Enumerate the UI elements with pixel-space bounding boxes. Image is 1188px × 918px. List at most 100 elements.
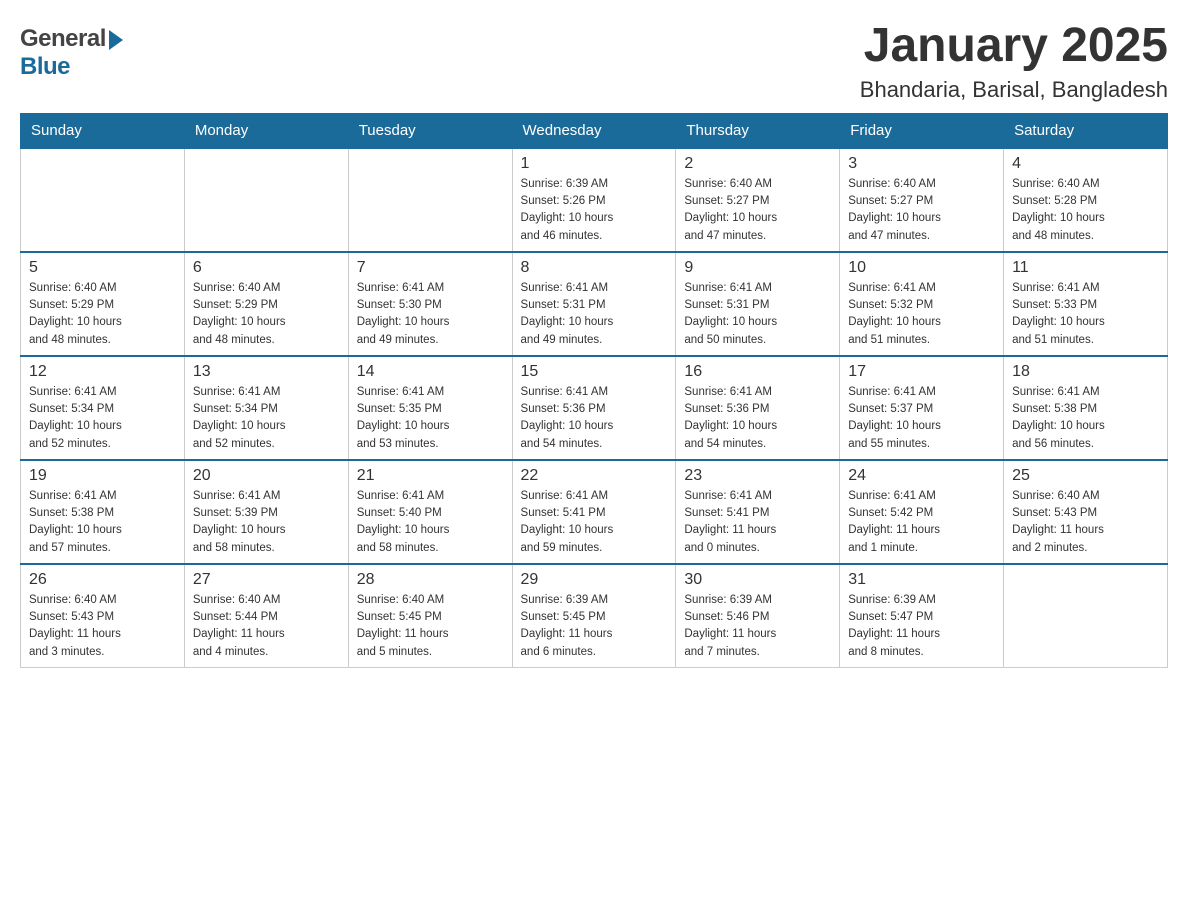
day-info: Sunrise: 6:41 AM Sunset: 5:31 PM Dayligh… bbox=[521, 280, 668, 349]
day-cell: 12 Sunrise: 6:41 AM Sunset: 5:34 PM Dayli… bbox=[21, 356, 185, 460]
day-info: Sunrise: 6:41 AM Sunset: 5:42 PM Dayligh… bbox=[848, 488, 995, 557]
day-number: 16 bbox=[684, 363, 831, 381]
day-number: 7 bbox=[357, 259, 504, 277]
day-info: Sunrise: 6:39 AM Sunset: 5:47 PM Dayligh… bbox=[848, 592, 995, 661]
week-row-4: 19 Sunrise: 6:41 AM Sunset: 5:38 PM Dayli… bbox=[21, 460, 1168, 564]
day-cell: 11 Sunrise: 6:41 AM Sunset: 5:33 PM Dayli… bbox=[1004, 252, 1168, 356]
day-cell: 10 Sunrise: 6:41 AM Sunset: 5:32 PM Dayli… bbox=[840, 252, 1004, 356]
day-number: 25 bbox=[1012, 467, 1159, 485]
day-number: 10 bbox=[848, 259, 995, 277]
logo-general-text: General bbox=[20, 25, 106, 53]
day-info: Sunrise: 6:41 AM Sunset: 5:39 PM Dayligh… bbox=[193, 488, 340, 557]
day-info: Sunrise: 6:41 AM Sunset: 5:38 PM Dayligh… bbox=[29, 488, 176, 557]
day-info: Sunrise: 6:40 AM Sunset: 5:27 PM Dayligh… bbox=[684, 176, 831, 245]
day-cell: 7Sunrise: 6:41 AM Sunset: 5:30 PM Daylig… bbox=[348, 252, 512, 356]
day-cell: 30 Sunrise: 6:39 AM Sunset: 5:46 PM Dayli… bbox=[676, 564, 840, 668]
day-info: Sunrise: 6:40 AM Sunset: 5:29 PM Dayligh… bbox=[29, 280, 176, 349]
day-number: 11 bbox=[1012, 259, 1159, 277]
day-info: Sunrise: 6:39 AM Sunset: 5:46 PM Dayligh… bbox=[684, 592, 831, 661]
day-cell: 6Sunrise: 6:40 AM Sunset: 5:29 PM Daylig… bbox=[184, 252, 348, 356]
day-number: 4 bbox=[1012, 155, 1159, 173]
week-row-1: 1 Sunrise: 6:39 AM Sunset: 5:26 PM Daylig… bbox=[21, 148, 1168, 252]
day-cell: 3 Sunrise: 6:40 AM Sunset: 5:27 PM Daylig… bbox=[840, 148, 1004, 252]
day-info: Sunrise: 6:41 AM Sunset: 5:38 PM Dayligh… bbox=[1012, 384, 1159, 453]
day-info: Sunrise: 6:41 AM Sunset: 5:34 PM Dayligh… bbox=[193, 384, 340, 453]
day-info: Sunrise: 6:41 AM Sunset: 5:41 PM Dayligh… bbox=[684, 488, 831, 557]
day-info: Sunrise: 6:41 AM Sunset: 5:40 PM Dayligh… bbox=[357, 488, 504, 557]
day-cell: 21 Sunrise: 6:41 AM Sunset: 5:40 PM Dayli… bbox=[348, 460, 512, 564]
day-info: Sunrise: 6:41 AM Sunset: 5:41 PM Dayligh… bbox=[521, 488, 668, 557]
logo: General Blue bbox=[20, 20, 123, 81]
day-number: 31 bbox=[848, 571, 995, 589]
day-cell: 23Sunrise: 6:41 AM Sunset: 5:41 PM Dayli… bbox=[676, 460, 840, 564]
day-number: 30 bbox=[684, 571, 831, 589]
day-cell: 5 Sunrise: 6:40 AM Sunset: 5:29 PM Daylig… bbox=[21, 252, 185, 356]
day-cell bbox=[184, 148, 348, 252]
day-cell bbox=[1004, 564, 1168, 668]
day-number: 6 bbox=[193, 259, 340, 277]
day-cell: 27 Sunrise: 6:40 AM Sunset: 5:44 PM Dayli… bbox=[184, 564, 348, 668]
day-number: 18 bbox=[1012, 363, 1159, 381]
day-number: 5 bbox=[29, 259, 176, 277]
week-row-2: 5 Sunrise: 6:40 AM Sunset: 5:29 PM Daylig… bbox=[21, 252, 1168, 356]
calendar-table: SundayMondayTuesdayWednesdayThursdayFrid… bbox=[20, 113, 1168, 668]
day-cell: 20 Sunrise: 6:41 AM Sunset: 5:39 PM Dayli… bbox=[184, 460, 348, 564]
day-number: 1 bbox=[521, 155, 668, 173]
day-number: 24 bbox=[848, 467, 995, 485]
day-info: Sunrise: 6:40 AM Sunset: 5:43 PM Dayligh… bbox=[1012, 488, 1159, 557]
day-cell: 9Sunrise: 6:41 AM Sunset: 5:31 PM Daylig… bbox=[676, 252, 840, 356]
day-cell: 24 Sunrise: 6:41 AM Sunset: 5:42 PM Dayli… bbox=[840, 460, 1004, 564]
logo-blue-text: Blue bbox=[20, 53, 70, 81]
day-info: Sunrise: 6:41 AM Sunset: 5:36 PM Dayligh… bbox=[521, 384, 668, 453]
header-tuesday: Tuesday bbox=[348, 113, 512, 148]
day-cell: 13Sunrise: 6:41 AM Sunset: 5:34 PM Dayli… bbox=[184, 356, 348, 460]
header-friday: Friday bbox=[840, 113, 1004, 148]
day-number: 22 bbox=[521, 467, 668, 485]
day-number: 9 bbox=[684, 259, 831, 277]
day-info: Sunrise: 6:40 AM Sunset: 5:45 PM Dayligh… bbox=[357, 592, 504, 661]
calendar-header-row: SundayMondayTuesdayWednesdayThursdayFrid… bbox=[21, 113, 1168, 148]
day-number: 3 bbox=[848, 155, 995, 173]
day-number: 12 bbox=[29, 363, 176, 381]
day-info: Sunrise: 6:40 AM Sunset: 5:28 PM Dayligh… bbox=[1012, 176, 1159, 245]
day-info: Sunrise: 6:41 AM Sunset: 5:34 PM Dayligh… bbox=[29, 384, 176, 453]
day-cell: 19 Sunrise: 6:41 AM Sunset: 5:38 PM Dayli… bbox=[21, 460, 185, 564]
day-cell: 15Sunrise: 6:41 AM Sunset: 5:36 PM Dayli… bbox=[512, 356, 676, 460]
day-cell bbox=[348, 148, 512, 252]
day-number: 14 bbox=[357, 363, 504, 381]
day-info: Sunrise: 6:39 AM Sunset: 5:26 PM Dayligh… bbox=[521, 176, 668, 245]
day-cell: 26 Sunrise: 6:40 AM Sunset: 5:43 PM Dayli… bbox=[21, 564, 185, 668]
day-cell: 1 Sunrise: 6:39 AM Sunset: 5:26 PM Daylig… bbox=[512, 148, 676, 252]
header-saturday: Saturday bbox=[1004, 113, 1168, 148]
day-info: Sunrise: 6:41 AM Sunset: 5:37 PM Dayligh… bbox=[848, 384, 995, 453]
day-number: 28 bbox=[357, 571, 504, 589]
day-info: Sunrise: 6:40 AM Sunset: 5:44 PM Dayligh… bbox=[193, 592, 340, 661]
day-number: 27 bbox=[193, 571, 340, 589]
day-cell: 18 Sunrise: 6:41 AM Sunset: 5:38 PM Dayli… bbox=[1004, 356, 1168, 460]
day-number: 26 bbox=[29, 571, 176, 589]
header-monday: Monday bbox=[184, 113, 348, 148]
day-info: Sunrise: 6:41 AM Sunset: 5:33 PM Dayligh… bbox=[1012, 280, 1159, 349]
day-cell: 8 Sunrise: 6:41 AM Sunset: 5:31 PM Daylig… bbox=[512, 252, 676, 356]
week-row-5: 26 Sunrise: 6:40 AM Sunset: 5:43 PM Dayli… bbox=[21, 564, 1168, 668]
day-info: Sunrise: 6:41 AM Sunset: 5:35 PM Dayligh… bbox=[357, 384, 504, 453]
day-cell: 25 Sunrise: 6:40 AM Sunset: 5:43 PM Dayli… bbox=[1004, 460, 1168, 564]
header-wednesday: Wednesday bbox=[512, 113, 676, 148]
day-number: 29 bbox=[521, 571, 668, 589]
title-section: January 2025 Bhandaria, Barisal, Banglad… bbox=[860, 20, 1168, 103]
header-sunday: Sunday bbox=[21, 113, 185, 148]
header-thursday: Thursday bbox=[676, 113, 840, 148]
day-number: 2 bbox=[684, 155, 831, 173]
day-info: Sunrise: 6:40 AM Sunset: 5:43 PM Dayligh… bbox=[29, 592, 176, 661]
day-info: Sunrise: 6:39 AM Sunset: 5:45 PM Dayligh… bbox=[521, 592, 668, 661]
day-cell: 17Sunrise: 6:41 AM Sunset: 5:37 PM Dayli… bbox=[840, 356, 1004, 460]
day-info: Sunrise: 6:40 AM Sunset: 5:27 PM Dayligh… bbox=[848, 176, 995, 245]
day-number: 19 bbox=[29, 467, 176, 485]
day-cell: 14 Sunrise: 6:41 AM Sunset: 5:35 PM Dayli… bbox=[348, 356, 512, 460]
day-cell bbox=[21, 148, 185, 252]
day-number: 20 bbox=[193, 467, 340, 485]
day-number: 8 bbox=[521, 259, 668, 277]
day-number: 21 bbox=[357, 467, 504, 485]
day-cell: 4 Sunrise: 6:40 AM Sunset: 5:28 PM Daylig… bbox=[1004, 148, 1168, 252]
day-info: Sunrise: 6:41 AM Sunset: 5:32 PM Dayligh… bbox=[848, 280, 995, 349]
